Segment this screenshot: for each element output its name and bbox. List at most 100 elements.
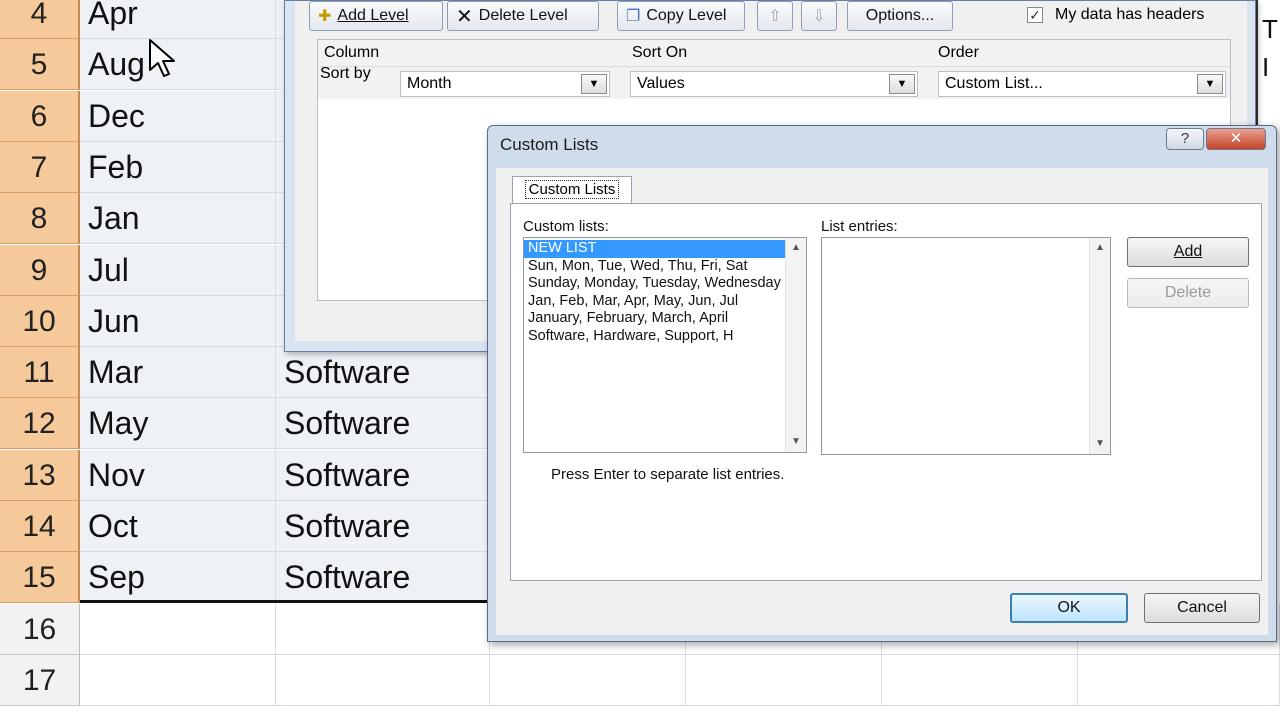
ok-button[interactable]: OK	[1010, 593, 1128, 623]
category-cell[interactable]: Software	[276, 552, 490, 603]
cancel-button[interactable]: Cancel	[1144, 593, 1260, 623]
custom-lists-panel: Custom lists: List entries: NEW LIST Sun,…	[510, 203, 1262, 581]
empty-cell[interactable]	[686, 655, 882, 706]
list-entries-textarea[interactable]: ▲ ▼	[821, 237, 1111, 455]
chevron-down-icon: ▼	[581, 74, 607, 94]
row-header[interactable]: 17	[0, 655, 80, 706]
month-cell[interactable]: Apr	[80, 0, 276, 39]
category-cell[interactable]: Software	[276, 347, 490, 398]
month-cell[interactable]: Jul	[80, 245, 276, 296]
month-cell[interactable]: Feb	[80, 142, 276, 193]
month-cell[interactable]: Oct	[80, 501, 276, 552]
row-header[interactable]: 5	[0, 39, 80, 90]
month-cell[interactable]: Jun	[80, 296, 276, 347]
list-entries-scrollbar[interactable]: ▲ ▼	[1089, 238, 1110, 454]
scroll-up-icon[interactable]: ▲	[1090, 238, 1110, 258]
row-header[interactable]: 13	[0, 450, 80, 501]
edge-text-1: T	[1262, 14, 1278, 44]
arrow-up-icon: ⇧	[768, 8, 782, 25]
custom-lists-dialog: Custom Lists ? ✕ Custom Lists Custom lis…	[487, 125, 1277, 642]
month-cell[interactable]: May	[80, 398, 276, 449]
month-cell[interactable]: Aug	[80, 39, 276, 90]
category-cell[interactable]: Software	[276, 398, 490, 449]
custom-list-item[interactable]: Sunday, Monday, Tuesday, Wednesday	[524, 275, 786, 293]
row-header[interactable]: 12	[0, 398, 80, 449]
arrow-down-icon: ⇩	[812, 8, 826, 25]
copy-level-button[interactable]: ❐ Copy Level	[617, 1, 745, 31]
category-cell[interactable]	[276, 655, 490, 706]
order-dropdown[interactable]: Custom List... ▼	[938, 71, 1226, 97]
options-button[interactable]: Options...	[847, 1, 953, 31]
sort-by-label: Sort by	[320, 65, 371, 82]
scroll-up-icon[interactable]: ▲	[786, 238, 806, 258]
custom-list-item[interactable]: January, February, March, April	[524, 310, 786, 328]
copy-level-label: Copy Level	[646, 7, 727, 24]
ok-button-label: OK	[1057, 599, 1081, 616]
dialog-body: Custom Lists Custom lists: List entries:…	[496, 168, 1268, 635]
row-header[interactable]: 7	[0, 142, 80, 193]
row-header[interactable]: 16	[0, 604, 80, 655]
month-cell[interactable]	[80, 655, 276, 706]
row-header[interactable]: 10	[0, 296, 80, 347]
row-header[interactable]: 15	[0, 552, 80, 603]
move-down-button[interactable]: ⇩	[801, 1, 837, 31]
order-value: Custom List...	[945, 75, 1043, 92]
chevron-down-icon: ▼	[1197, 74, 1223, 94]
month-cell[interactable]: Nov	[80, 450, 276, 501]
empty-cell[interactable]	[490, 655, 686, 706]
options-label: Options...	[865, 7, 935, 24]
add-button[interactable]: Add	[1127, 237, 1249, 267]
sort-on-dropdown[interactable]: Values ▼	[630, 71, 918, 97]
copy-icon: ❐	[626, 8, 641, 25]
category-cell[interactable]	[276, 604, 490, 655]
delete-button[interactable]: Delete	[1127, 278, 1249, 308]
month-cell[interactable]	[80, 604, 276, 655]
hint-text: Press Enter to separate list entries.	[551, 466, 785, 483]
custom-list-item[interactable]: Software, Hardware, Support, H	[524, 328, 786, 346]
edge-text-2: I	[1262, 52, 1270, 82]
cancel-button-label: Cancel	[1177, 599, 1227, 616]
custom-list-item[interactable]: Sun, Mon, Tue, Wed, Thu, Fri, Sat	[524, 258, 786, 276]
delete-icon: ✕	[456, 5, 473, 28]
month-cell[interactable]: Sep	[80, 552, 276, 603]
row-header[interactable]: 14	[0, 501, 80, 552]
category-cell[interactable]: Software	[276, 501, 490, 552]
close-button[interactable]: ✕	[1206, 128, 1266, 150]
empty-cell[interactable]	[882, 655, 1078, 706]
levels-header: Column Sort On Order	[318, 40, 1230, 67]
month-cell[interactable]: Dec	[80, 91, 276, 142]
dialog-title: Custom Lists	[500, 135, 599, 154]
empty-cell[interactable]	[1078, 655, 1280, 706]
column-dropdown[interactable]: Month ▼	[400, 71, 610, 97]
column-value: Month	[407, 75, 452, 92]
custom-lists-items: NEW LIST Sun, Mon, Tue, Wed, Thu, Fri, Sa…	[524, 238, 786, 345]
custom-lists-scrollbar[interactable]: ▲ ▼	[785, 238, 806, 452]
row-header[interactable]: 11	[0, 347, 80, 398]
scroll-down-icon[interactable]: ▼	[786, 432, 806, 452]
order-header: Order	[938, 44, 979, 61]
row-header[interactable]: 6	[0, 91, 80, 142]
sort-on-value: Values	[637, 75, 685, 92]
column-header: Column	[324, 44, 380, 61]
headers-checkbox[interactable]: ✓	[1027, 7, 1043, 23]
month-cell[interactable]: Mar	[80, 347, 276, 398]
move-up-button[interactable]: ⇧	[757, 1, 793, 31]
row-header[interactable]: 9	[0, 245, 80, 296]
sort-level-row[interactable]: Sort by Month ▼ Values ▼ Custom List... …	[318, 65, 1230, 99]
custom-list-item[interactable]: NEW LIST	[524, 240, 786, 258]
delete-level-button[interactable]: ✕ Delete Level	[447, 1, 599, 31]
custom-list-item[interactable]: Jan, Feb, Mar, Apr, May, Jun, Jul	[524, 293, 786, 311]
delete-level-label: Delete Level	[478, 7, 568, 24]
row-header[interactable]: 8	[0, 193, 80, 244]
row-header[interactable]: 4	[0, 0, 80, 39]
scroll-down-icon[interactable]: ▼	[1090, 434, 1110, 454]
custom-lists-listbox[interactable]: NEW LIST Sun, Mon, Tue, Wed, Thu, Fri, Sa…	[523, 237, 807, 453]
help-button[interactable]: ?	[1166, 128, 1204, 150]
add-level-button[interactable]: ✚ Add Level	[309, 1, 443, 31]
add-button-label: Add	[1173, 243, 1203, 260]
tab-custom-lists[interactable]: Custom Lists	[512, 176, 632, 204]
chevron-down-icon: ▼	[889, 74, 915, 94]
category-cell[interactable]: Software	[276, 450, 490, 501]
month-cell[interactable]: Jan	[80, 193, 276, 244]
add-level-label: Add Level	[337, 7, 409, 24]
